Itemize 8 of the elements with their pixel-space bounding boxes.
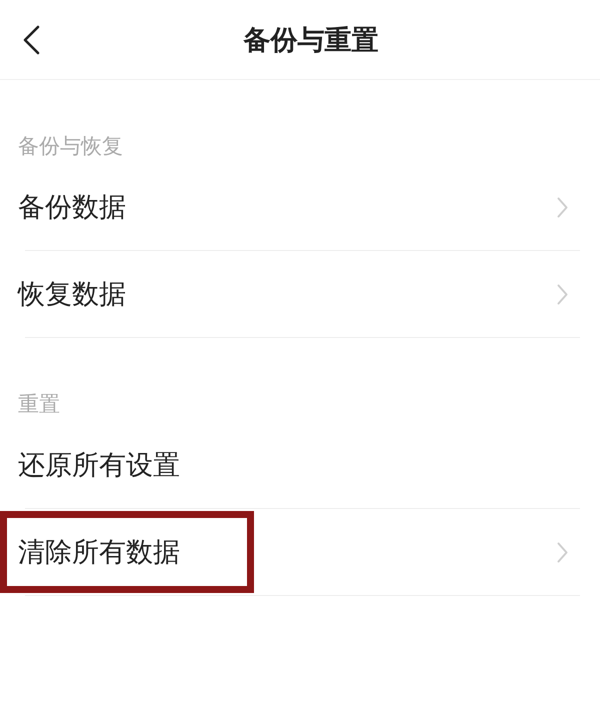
page-title: 备份与重置 [244,24,378,58]
back-icon[interactable] [22,24,40,54]
settings-item[interactable]: 恢复数据 [0,251,600,337]
settings-item[interactable]: 清除所有数据 [0,509,600,595]
section-header: 重置 [18,392,60,416]
section-header: 备份与恢复 [18,134,123,158]
settings-item[interactable]: 还原所有设置 [0,422,600,508]
settings-item[interactable]: 备份数据 [0,164,600,250]
